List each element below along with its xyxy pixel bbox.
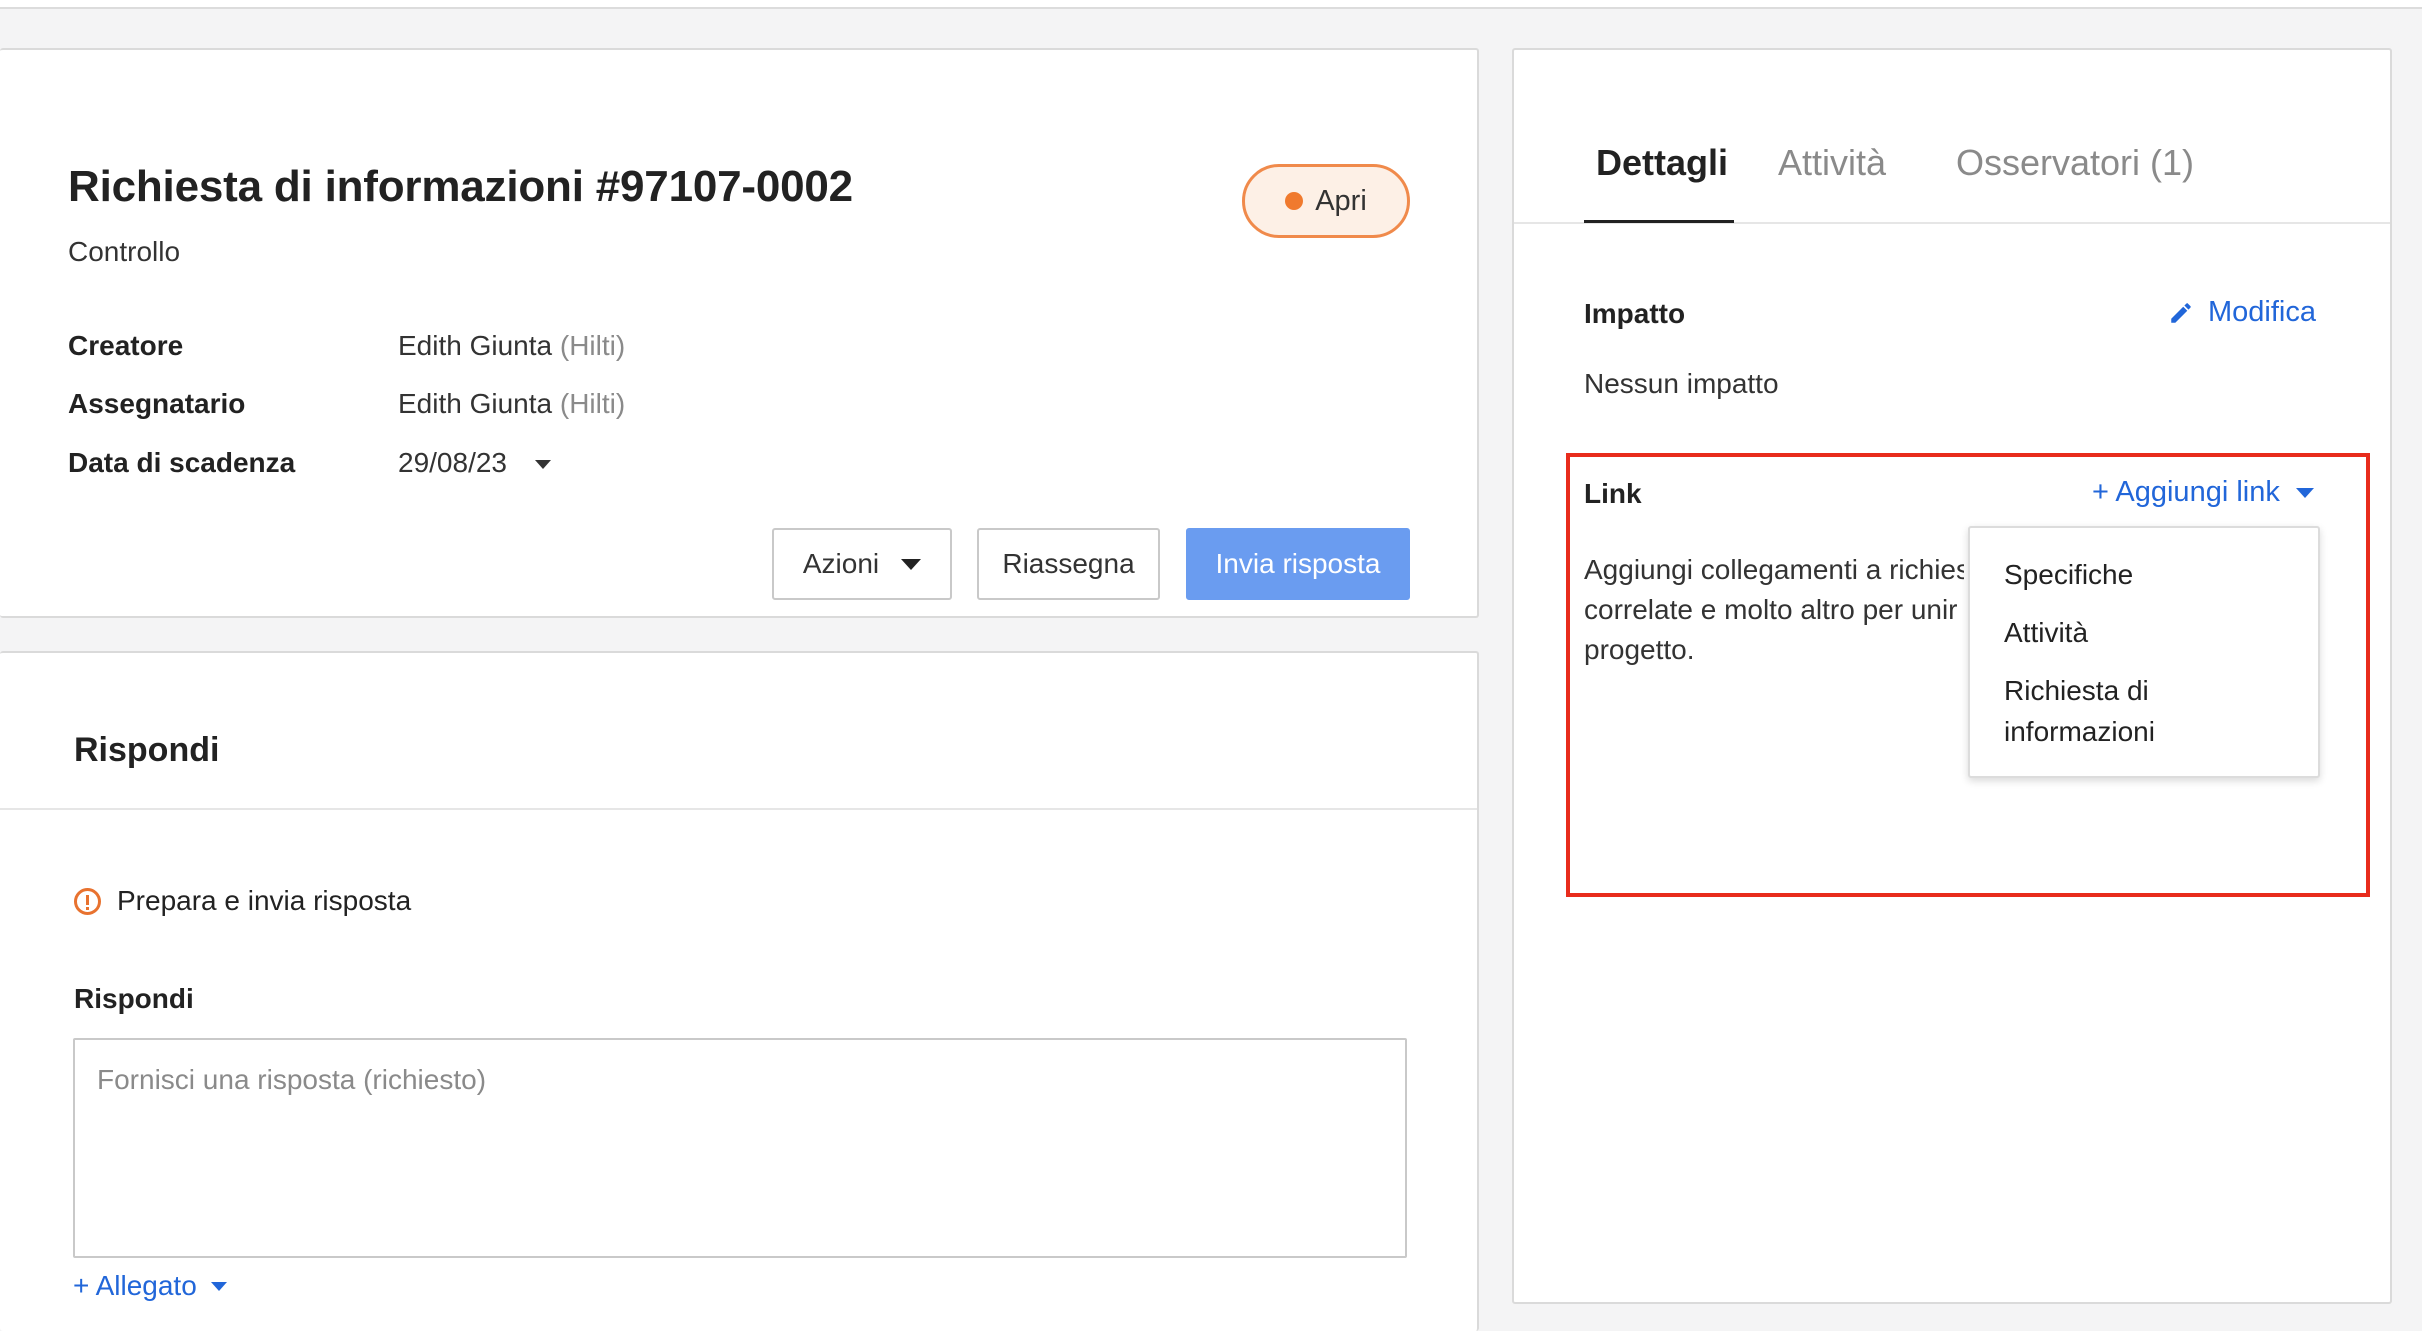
edit-link-label: Modifica — [2208, 296, 2316, 328]
reply-field-label: Rispondi — [74, 983, 194, 1014]
creator-label: Creatore — [68, 330, 184, 361]
reply-notice-text: Prepara e invia risposta — [117, 885, 412, 916]
links-label: Link — [1584, 478, 1642, 509]
caret-down-icon — [901, 558, 922, 570]
impact-label: Impatto — [1584, 298, 1686, 329]
active-tab-indicator — [1584, 220, 1734, 223]
status-label: Apri — [1315, 184, 1367, 217]
actions-button[interactable]: Azioni — [772, 528, 952, 600]
links-description-line: Aggiungi collegamenti a richies — [1584, 554, 1964, 585]
assignee-org: (Hilti) — [559, 388, 626, 419]
alert-circle-icon — [74, 887, 101, 915]
rfi-header-card: Richiesta di informazioni #97107-0002 Co… — [0, 48, 1479, 618]
menu-item-rfi-line: Richiesta di — [2004, 675, 2149, 706]
assignee-label: Assegnatario — [68, 388, 246, 419]
tab-observers[interactable]: Osservatori (1) — [1956, 142, 2194, 184]
chevron-down-icon — [210, 1281, 227, 1291]
due-date-label: Data di scadenza — [68, 447, 296, 478]
attachment-link[interactable]: + Allegato — [73, 1270, 227, 1302]
impact-value: Nessun impatto — [1584, 368, 1779, 399]
assignee-value: Edith Giunta (Hilti) — [398, 388, 625, 420]
reply-textarea[interactable] — [73, 1038, 1407, 1258]
rfi-subtitle: Controllo — [68, 236, 181, 267]
links-description-line: correlate e molto altro per unir — [1584, 594, 1958, 625]
chevron-down-icon — [534, 460, 551, 470]
send-response-button[interactable]: Invia risposta — [1186, 528, 1410, 600]
divider — [0, 808, 1477, 810]
creator-value: Edith Giunta (Hilti) — [398, 330, 625, 362]
reassign-button[interactable]: Riassegna — [977, 528, 1160, 600]
top-bar — [0, 0, 2422, 9]
assignee-name: Edith Giunta — [398, 388, 553, 419]
creator-name: Edith Giunta — [398, 330, 553, 361]
add-link-dropdown-menu: Specifiche Attività Richiesta di informa… — [1968, 526, 2320, 778]
creator-org: (Hilti) — [559, 330, 626, 361]
add-link-button[interactable]: + Aggiungi link — [2092, 476, 2314, 509]
attachment-link-label: + Allegato — [73, 1270, 197, 1301]
edit-impact-button[interactable]: Modifica — [2168, 296, 2316, 329]
tab-details[interactable]: Dettagli — [1596, 142, 1728, 184]
status-badge[interactable]: Apri — [1242, 164, 1410, 238]
reply-heading: Rispondi — [74, 731, 220, 769]
due-date-value: 29/08/23 — [398, 447, 507, 478]
menu-item-rfi[interactable]: Richiesta di informazioni — [2004, 670, 2155, 752]
menu-item-activity[interactable]: Attività — [2004, 612, 2088, 653]
menu-item-specifications[interactable]: Specifiche — [2004, 554, 2133, 595]
page-title: Richiesta di informazioni #97107-0002 — [68, 162, 853, 211]
links-description: Aggiungi collegamenti a richies correlat… — [1584, 550, 1964, 670]
caret-down-icon — [2295, 487, 2314, 498]
links-description-line: progetto. — [1584, 634, 1695, 665]
reply-card: Rispondi Prepara e invia risposta Rispon… — [0, 651, 1479, 1331]
status-dot-icon — [1285, 192, 1304, 210]
tab-activity[interactable]: Attività — [1778, 142, 1886, 184]
reply-notice: Prepara e invia risposta — [74, 885, 411, 917]
menu-item-rfi-line: informazioni — [2004, 716, 2155, 747]
actions-button-label: Azioni — [802, 548, 880, 579]
due-date-dropdown[interactable]: 29/08/23 — [398, 447, 551, 479]
add-link-label: + Aggiungi link — [2092, 476, 2280, 508]
pencil-icon — [2171, 302, 2191, 323]
